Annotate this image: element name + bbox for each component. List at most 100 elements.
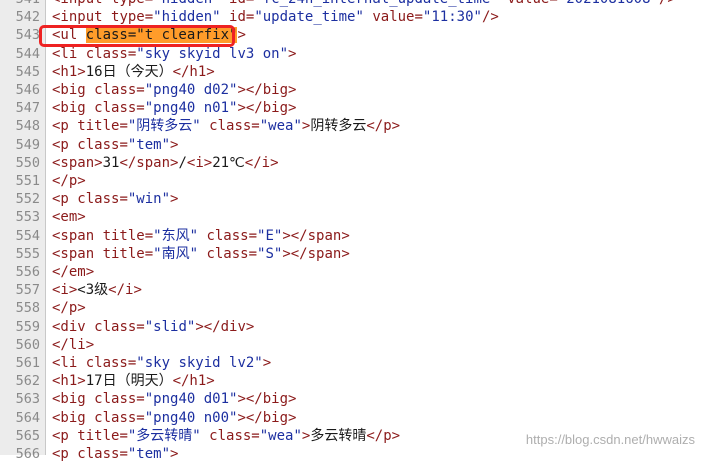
line-number: 556 [15, 264, 40, 280]
code-line[interactable]: 559 <div class="slid"></div> [0, 318, 703, 336]
code-token: "sky skyid lv3 on" [136, 45, 289, 62]
line-number: 552 [15, 191, 40, 208]
code-line[interactable]: 552 <p class="win"> [0, 190, 703, 208]
code-token: </p> [52, 300, 86, 317]
code-token: id= [220, 9, 255, 26]
code-token: type= [111, 9, 154, 26]
code-text[interactable]: <big class="png40 n01"></big> [52, 99, 296, 117]
code-token: class= [77, 191, 128, 208]
code-text[interactable]: <i><3级</i> [52, 281, 142, 299]
code-text[interactable]: <em> [52, 208, 86, 226]
code-token: ></div> [195, 318, 255, 335]
code-token: </p> [366, 427, 401, 444]
code-text[interactable]: <h1>16日（今天）</h1> [52, 63, 215, 81]
code-token: > [170, 446, 179, 462]
code-token: <i> [52, 282, 78, 299]
code-line[interactable]: 562 <h1>17日（明天）</h1> [0, 372, 703, 390]
code-token: /> [481, 9, 499, 26]
code-text[interactable]: <big class="png40 n00"></big> [52, 409, 296, 427]
code-text[interactable]: <p class="tem"> [52, 445, 178, 463]
code-text[interactable]: <input type="hidden" id="update_time" va… [52, 8, 499, 26]
code-text[interactable]: <li class="sky skyid lv2"> [52, 354, 271, 372]
line-number: 561 [15, 355, 40, 371]
code-token: 17日（明天） [85, 373, 173, 390]
code-line[interactable]: 558 </p> [0, 299, 703, 317]
code-text[interactable]: </p> [52, 172, 86, 190]
code-text[interactable]: <h1>17日（明天）</h1> [52, 372, 215, 390]
code-token: "png40 d01" [144, 391, 238, 408]
code-line[interactable]: 546 <big class="png40 d02"></big> [0, 81, 703, 99]
code-token: <p [52, 446, 78, 462]
line-number: 551 [15, 173, 40, 189]
code-token: <input [52, 9, 112, 26]
code-token: ></big> [237, 82, 297, 98]
code-text[interactable]: <li class="sky skyid lv3 on"> [52, 45, 296, 63]
code-token: "tem" [127, 446, 171, 462]
code-token: <big [52, 100, 95, 117]
code-text[interactable]: <p class="win"> [52, 190, 178, 208]
code-token: "多云转晴" [127, 427, 201, 444]
code-line[interactable]: 549 <p class="tem"> [0, 136, 703, 154]
code-token: <p [52, 191, 78, 208]
code-token: "slid" [144, 318, 196, 335]
line-number: 554 [15, 227, 40, 244]
code-text[interactable]: <p title="多云转晴" class="wea">多云转晴</p> [52, 427, 400, 445]
code-token: / [178, 154, 187, 171]
code-token: /> [659, 0, 676, 7]
code-text[interactable]: <big class="png40 d02"></big> [52, 81, 296, 99]
code-token: class= [77, 136, 128, 153]
code-token: type= [111, 0, 153, 7]
code-text[interactable]: <span title="南风" class="S"></span> [52, 245, 350, 263]
line-number: 541 [0, 0, 40, 8]
line-number: 565 [15, 427, 40, 444]
code-text[interactable]: </p> [52, 299, 86, 317]
code-line[interactable]: 553 <em> [0, 208, 703, 226]
code-token: <input [52, 0, 111, 7]
code-text[interactable]: </em> [52, 263, 94, 281]
code-line[interactable]: 556 </em> [0, 263, 703, 281]
code-token: class= [94, 318, 145, 335]
code-line[interactable]: 554 <span title="东风" class="E"></span> [0, 227, 703, 245]
code-line[interactable]: 545 <h1>16日（今天）</h1> [0, 63, 703, 81]
highlight-annotation-box [39, 25, 235, 47]
code-line[interactable]: 566 <p class="tem"> [0, 445, 703, 463]
code-line[interactable]: 544 <li class="sky skyid lv3 on"> [0, 45, 703, 63]
code-text[interactable]: <p title="阴转多云" class="wea">阴转多云</p> [52, 117, 400, 135]
code-token: <p [52, 136, 78, 153]
code-token: <em> [52, 209, 86, 226]
code-line[interactable]: 542 <input type="hidden" id="update_time"… [0, 8, 703, 26]
code-token: ></big> [237, 391, 297, 408]
code-token: <li [52, 355, 86, 371]
code-token: </i> [244, 154, 279, 171]
code-token: "E" [257, 227, 283, 244]
code-token: "hidden" [153, 0, 220, 7]
code-token: id= [221, 0, 254, 7]
code-line[interactable]: 551 </p> [0, 172, 703, 190]
code-line[interactable]: 557 <i><3级</i> [0, 281, 703, 299]
code-text[interactable]: <input type="hidden" id="fc_24h_internal… [52, 0, 676, 8]
code-line[interactable]: 561 <li class="sky skyid lv2"> [0, 354, 703, 372]
line-number: 553 [15, 209, 40, 226]
code-text[interactable]: <p class="tem"> [52, 136, 178, 154]
code-text[interactable]: </li> [52, 336, 94, 354]
code-token: "11:30" [422, 9, 482, 26]
code-token: 31 [102, 154, 120, 171]
code-token: > [170, 136, 179, 153]
code-text[interactable]: <div class="slid"></div> [52, 318, 254, 336]
code-text[interactable]: <big class="png40 d01"></big> [52, 390, 296, 408]
code-line[interactable]: 550 <span>31</span>/<i>21℃</i> [0, 154, 703, 172]
line-number: 544 [15, 45, 40, 62]
code-token: title= [77, 118, 128, 135]
code-line[interactable]: 555 <span title="南风" class="S"></span> [0, 245, 703, 263]
code-line[interactable]: 548 <p title="阴转多云" class="wea">阴转多云</p> [0, 117, 703, 135]
code-text[interactable]: <span title="东风" class="E"></span> [52, 227, 350, 245]
code-text[interactable]: <span>31</span>/<i>21℃</i> [52, 154, 279, 172]
code-line[interactable]: 563 <big class="png40 d01"></big> [0, 390, 703, 408]
code-line[interactable]: 547 <big class="png40 n01"></big> [0, 99, 703, 117]
code-line[interactable]: 541 <input type="hidden" id="fc_24h_inter… [0, 0, 703, 8]
code-token: class= [200, 427, 260, 444]
code-token: <i> [186, 154, 213, 171]
code-token: "hidden" [153, 9, 221, 26]
code-line[interactable]: 564 <big class="png40 n00"></big> [0, 409, 703, 427]
code-line[interactable]: 560 </li> [0, 336, 703, 354]
